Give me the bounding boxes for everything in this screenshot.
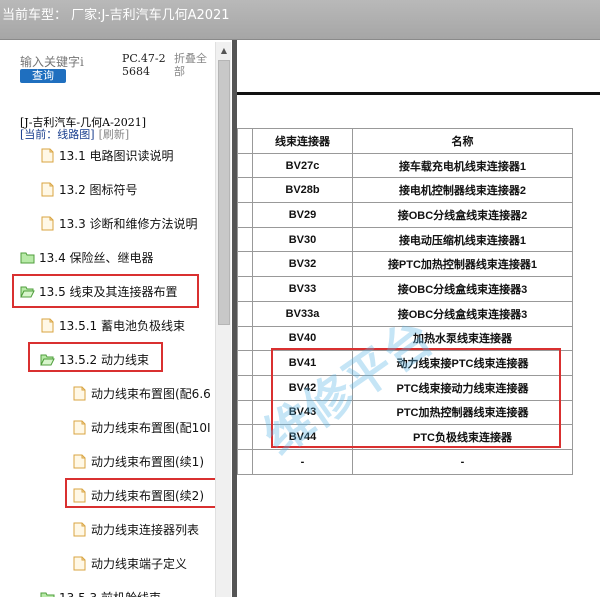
highlight-box-13-5-2	[28, 342, 163, 372]
table-header-edge	[237, 128, 253, 154]
table-row: BV28b 接电机控制器线束连接器2	[237, 177, 573, 204]
table-row: BV40 加热水泵线束连接器	[237, 325, 573, 352]
connector-name-cell: 接OBC分线盒线束连接器3	[352, 300, 573, 327]
search-button[interactable]: 查询	[20, 69, 66, 83]
tree-item[interactable]: 动力线束布置图(配6.6	[72, 380, 211, 406]
row-edge-cell	[237, 251, 253, 278]
connector-code-cell: BV27c	[252, 152, 353, 179]
tree-item-label: 13.3 诊断和维修方法说明	[59, 216, 198, 231]
document-icon	[40, 216, 55, 231]
tree-item[interactable]: 动力线束连接器列表	[72, 516, 199, 542]
document-icon	[40, 182, 55, 197]
document-icon	[40, 148, 55, 163]
tree-item[interactable]: 13.1 电路图识读说明	[40, 142, 174, 168]
connector-code-cell: BV28b	[252, 177, 353, 204]
row-edge-cell	[237, 448, 253, 475]
tree-item[interactable]: 13.3 诊断和维修方法说明	[40, 210, 198, 236]
row-edge-cell	[237, 202, 253, 228]
highlight-box-layout-cont2	[65, 478, 220, 508]
scroll-thumb[interactable]	[218, 60, 230, 325]
connector-code-cell: BV32	[252, 251, 353, 278]
pc-code: PC.47-25684	[122, 52, 166, 78]
row-edge-cell	[237, 399, 253, 426]
connector-name-cell: 接车载充电机线束连接器1	[352, 152, 573, 179]
tree-item[interactable]: 13.4 保险丝、继电器	[20, 244, 154, 270]
connector-name-cell: 接OBC分线盒线束连接器2	[352, 202, 573, 228]
table-row: --	[237, 448, 573, 475]
navigation-panel: 查询 PC.47-25684 折叠全部 [J-吉利汽车-几何A-2021] [当…	[0, 40, 236, 597]
tree-item[interactable]: 动力线束布置图(配10I	[72, 414, 211, 440]
connector-code-cell: BV30	[252, 226, 353, 253]
document-icon	[72, 454, 87, 469]
highlight-box-bv41-bv44	[271, 348, 561, 448]
table-row: BV29 接OBC分线盒线束连接器2	[237, 202, 573, 228]
search-input[interactable]	[20, 54, 116, 70]
table-row: BV32 接PTC加热控制器线束连接器1	[237, 251, 573, 278]
tree-item-label: 动力线束布置图(配6.6	[91, 386, 211, 401]
connector-code-cell: BV29	[252, 202, 353, 228]
connector-code-cell: BV40	[252, 325, 353, 352]
document-icon	[72, 386, 87, 401]
collapse-all-link[interactable]: 折叠全部	[174, 52, 216, 78]
row-edge-cell	[237, 152, 253, 179]
document-icon	[40, 318, 55, 333]
window-title: 当前车型： 厂家:J-吉利汽车几何A2021	[2, 8, 230, 23]
connector-name-cell: 接PTC加热控制器线束连接器1	[352, 251, 573, 278]
page-rule	[237, 92, 600, 95]
row-edge-cell	[237, 424, 253, 450]
current-view-line: [当前：线路图] [刷新]	[20, 126, 129, 142]
tree-scrollbar[interactable]: ▲	[215, 42, 231, 597]
row-edge-cell	[237, 374, 253, 401]
document-view: 线束连接器 名称 BV27c 接车载充电机线束连接器1 BV28b 接电机控制器线束连…	[237, 40, 600, 597]
connector-name-cell: 加热水泵线束连接器	[352, 325, 573, 352]
connector-code-cell: BV33	[252, 276, 353, 302]
table-row: BV27c 接车载充电机线束连接器1	[237, 152, 573, 179]
header-connector: 线束连接器	[252, 128, 353, 154]
refresh-link[interactable]: [刷新]	[99, 128, 130, 141]
document-icon	[72, 420, 87, 435]
connector-code-cell: BV33a	[252, 300, 353, 327]
header-name: 名称	[352, 128, 573, 154]
row-edge-cell	[237, 177, 253, 204]
table-row: BV30 接电动压缩机线束连接器1	[237, 226, 573, 253]
tree-item-label: 动力线束布置图(配10I	[91, 420, 211, 435]
tree-item[interactable]: 动力线束布置图(续1)	[72, 448, 204, 474]
row-edge-cell	[237, 226, 253, 253]
connector-name-cell: -	[352, 448, 573, 475]
tree-item-label: 13.2 图标符号	[59, 182, 138, 197]
tree-item-label: 动力线束布置图(续1)	[91, 454, 204, 469]
document-icon	[72, 522, 87, 537]
tree-item-label: 动力线束端子定义	[91, 556, 188, 571]
row-edge-cell	[237, 300, 253, 327]
tree-item-label: 动力线束连接器列表	[91, 522, 200, 537]
folder-icon	[40, 590, 55, 597]
tree-item-label: 13.5.1 蓄电池负极线束	[59, 318, 185, 333]
tree-item[interactable]: 13.5.1 蓄电池负极线束	[40, 312, 185, 338]
tree-item[interactable]: 13.2 图标符号	[40, 176, 138, 202]
row-edge-cell	[237, 350, 253, 376]
row-edge-cell	[237, 325, 253, 352]
row-edge-cell	[237, 276, 253, 302]
window-title-bar: 当前车型： 厂家:J-吉利汽车几何A2021	[0, 0, 600, 40]
tree-item[interactable]: 13.5.3 前机舱线束	[40, 584, 161, 597]
table-row: BV33a 接OBC分线盒线束连接器3	[237, 300, 573, 327]
table-row: BV33 接OBC分线盒线束连接器3	[237, 276, 573, 302]
connector-name-cell: 接OBC分线盒线束连接器3	[352, 276, 573, 302]
connector-name-cell: 接电动压缩机线束连接器1	[352, 226, 573, 253]
tree-item-label: 13.5.3 前机舱线束	[59, 589, 161, 597]
tree-item-label: 13.1 电路图识读说明	[59, 148, 174, 163]
table-header-row: 线束连接器 名称	[237, 128, 573, 154]
connector-code-cell: -	[252, 448, 353, 475]
highlight-box-13-5	[12, 274, 199, 308]
tree-item-label: 13.4 保险丝、继电器	[39, 250, 154, 265]
tree-item[interactable]: 动力线束端子定义	[72, 550, 187, 576]
current-view-label: [当前：线路图]	[20, 128, 95, 141]
connector-name-cell: 接电机控制器线束连接器2	[352, 177, 573, 204]
folder-icon	[20, 250, 35, 265]
document-icon	[72, 556, 87, 571]
scroll-up-arrow-icon[interactable]: ▲	[218, 46, 230, 56]
